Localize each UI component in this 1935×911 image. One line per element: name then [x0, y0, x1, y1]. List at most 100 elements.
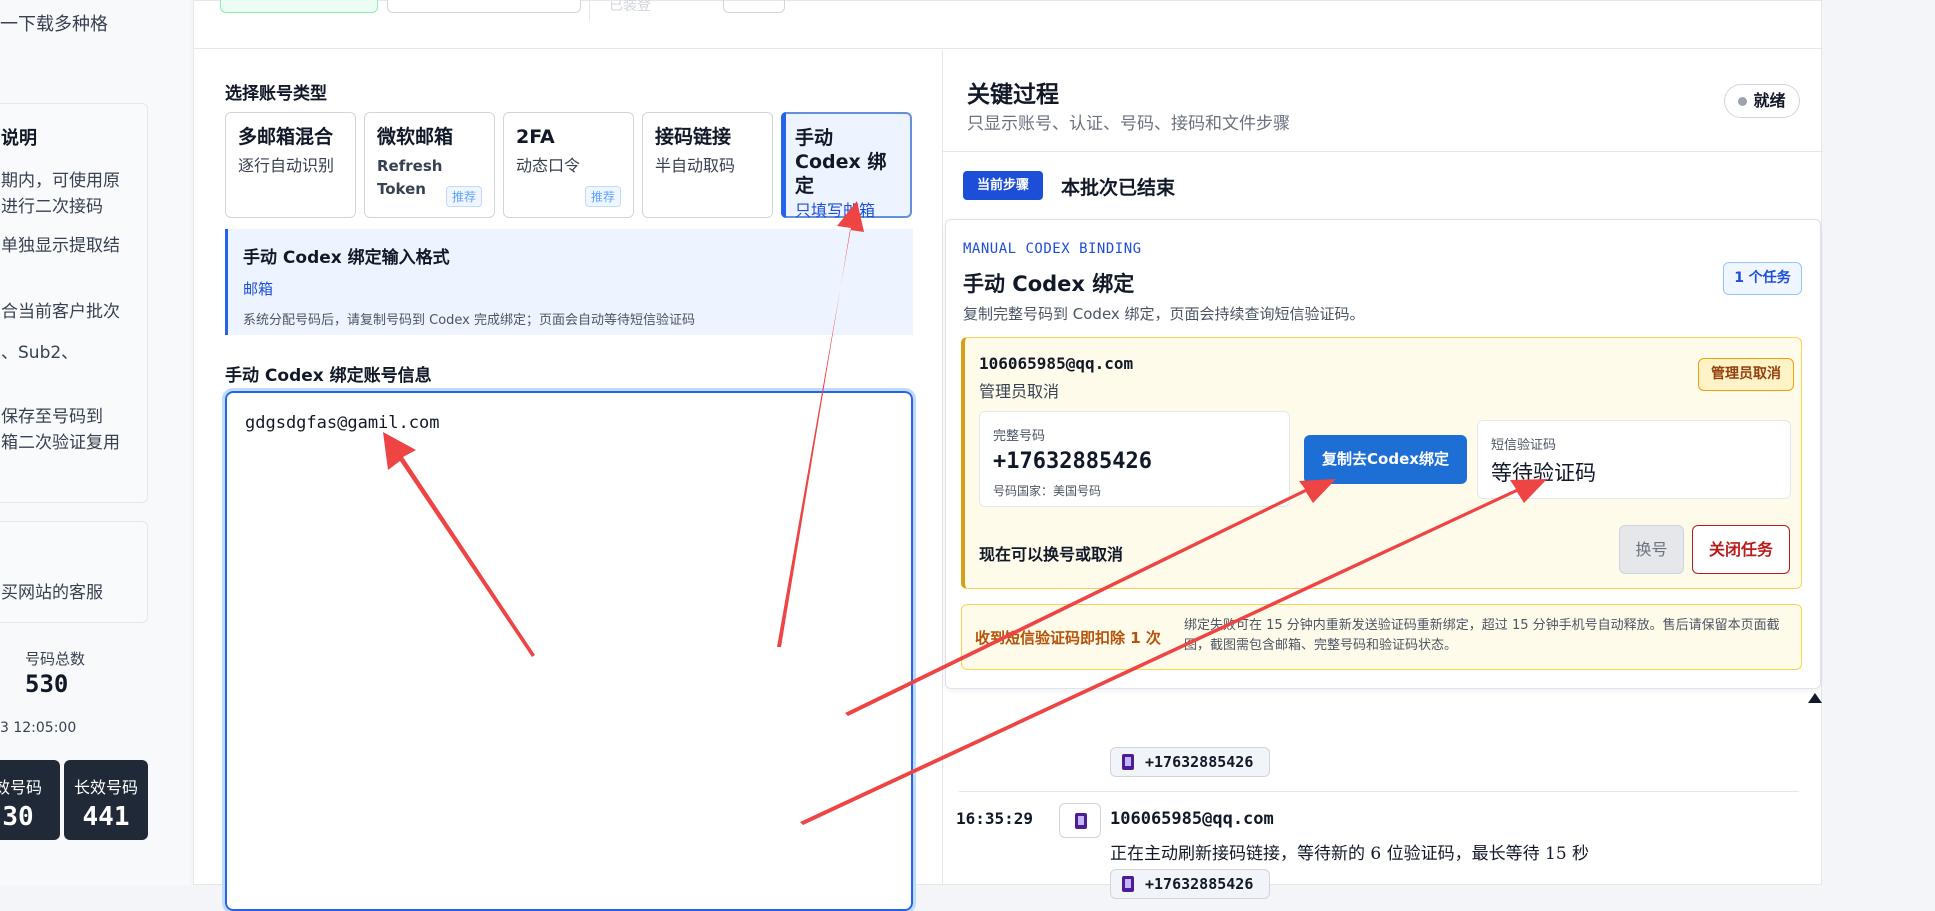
log-time: 16:35:29: [956, 809, 1034, 828]
type-desc: 只填写邮箱: [795, 201, 876, 220]
sms-code-label: 短信验证码: [1491, 438, 1557, 453]
type-name: 接码链接: [655, 126, 732, 148]
tile-label: 效号码: [0, 778, 42, 797]
full-number-label: 完整号码: [993, 429, 1046, 444]
account-type-multi-mailbox[interactable]: 多邮箱混合 逐行自动识别: [225, 112, 356, 218]
type-desc: Refresh Token: [377, 157, 443, 198]
log-number-pill: +17632885426: [1110, 747, 1270, 777]
account-info-textarea[interactable]: gdgsdgfas@gamil.com: [222, 388, 916, 911]
full-number-value: +17632885426: [993, 449, 1152, 474]
format-title: 手动 Codex 绑定输入格式: [243, 248, 450, 268]
log-email: 106065985@qq.com: [1110, 809, 1274, 829]
account-info-title: 手动 Codex 绑定账号信息: [225, 366, 432, 386]
left-column: 选择账号类型 多邮箱混合 逐行自动识别 微软邮箱 Refresh Token 推…: [194, 50, 942, 911]
current-step-tag: 当前步骤: [963, 171, 1043, 200]
task-status: 管理员取消: [979, 382, 1060, 401]
type-name: 2FA: [516, 126, 555, 148]
sidebar-card-line: 期内，可使用原: [1, 171, 120, 191]
input-format-box: 手动 Codex 绑定输入格式 邮箱 系统分配号码后，请复制号码到 Codex …: [225, 229, 913, 335]
number-count-label: 号码总数: [25, 650, 86, 668]
type-desc: 逐行自动识别: [238, 156, 335, 175]
divider: [943, 151, 1823, 152]
tile-value: 441: [82, 802, 130, 832]
type-name: 手动 Codex 绑定: [795, 127, 887, 197]
task-count-badge: 1 个任务: [1723, 262, 1802, 295]
phone-icon: [1122, 754, 1134, 770]
sidebar-info-card: 说明 期内，可使用原 进行二次接码 单独显示提取结 合当前客户批次 、Sub2、…: [0, 103, 148, 503]
process-log: +17632885426 16:35:29 106065985@qq.com 正…: [943, 695, 1823, 899]
account-type-2fa[interactable]: 2FA 动态口令 推荐: [503, 112, 634, 218]
sidebar-timestamp: 3 12:05:00: [0, 720, 77, 736]
sidebar-support-card[interactable]: 买网站的客服: [0, 521, 148, 623]
sidebar-card-line: 合当前客户批次: [1, 302, 120, 322]
log-message: 正在主动刷新接码链接，等待新的 6 位验证码，最长等待 15 秒: [1110, 844, 1590, 864]
sidebar-top-text: 一下载多种格: [0, 14, 108, 35]
toolbar-divider: [589, 0, 590, 21]
close-task-button[interactable]: 关闭任务: [1692, 525, 1790, 574]
page-gutter: [1823, 0, 1935, 885]
phone-icon: [1075, 813, 1087, 829]
toolbar-select[interactable]: [387, 0, 581, 13]
notice-text: 绑定失败可在 15 分钟内重新发送验证码重新绑定，超过 15 分钟手机号自动释放…: [1184, 618, 1780, 653]
current-step-text: 本批次已结束: [1061, 177, 1176, 199]
sidebar-card-line: 保存至号码到: [1, 407, 103, 427]
sms-code-box: 短信验证码 等待验证码: [1477, 420, 1791, 499]
log-entry-icon: [1059, 803, 1101, 838]
binding-title: 手动 Codex 绑定: [963, 272, 1135, 296]
sidebar-card-title: 说明: [1, 128, 37, 149]
format-hint: 系统分配号码后，请复制号码到 Codex 完成绑定；页面会自动等待短信验证码: [243, 313, 696, 328]
number-count-value: 530: [25, 670, 69, 698]
account-type-sms-link[interactable]: 接码链接 半自动取码: [642, 112, 773, 218]
toolbar-faded-label: 已装登: [609, 0, 651, 14]
long-term-number-tile: 长效号码 441: [64, 760, 148, 840]
top-toolbar: 已装登: [194, 0, 1821, 49]
copy-to-codex-button[interactable]: 复制去Codex绑定: [1304, 435, 1467, 484]
process-subtitle: 只显示账号、认证、号码、接码和文件步骤: [967, 114, 1290, 134]
scroll-up-icon[interactable]: [1808, 693, 1822, 703]
account-type-manual-codex[interactable]: 手动 Codex 绑定 只填写邮箱: [781, 112, 912, 220]
charge-notice: 收到短信验证码即扣除 1 次 绑定失败可在 15 分钟内重新发送验证码重新绑定，…: [961, 604, 1802, 670]
sidebar: 一下载多种格 说明 期内，可使用原 进行二次接码 单独显示提取结 合当前客户批次…: [0, 0, 190, 885]
type-name: 多邮箱混合: [238, 126, 334, 148]
recommend-badge: 推荐: [445, 186, 482, 207]
manual-codex-binding-card: MANUAL CODEX BINDING 手动 Codex 绑定 复制完整号码到…: [945, 219, 1821, 689]
sms-code-value: 等待验证码: [1491, 461, 1596, 485]
recommend-badge: 推荐: [584, 186, 621, 207]
sidebar-card-line: 单独显示提取结: [1, 236, 120, 256]
binding-subtitle: 复制完整号码到 Codex 绑定，页面会持续查询短信验证码。: [963, 305, 1365, 323]
short-term-number-tile: 效号码 30: [0, 760, 60, 840]
pill-text: +17632885426: [1145, 875, 1254, 893]
sidebar-card-line: 箱二次验证复用: [1, 433, 120, 453]
type-desc: 动态口令: [516, 156, 581, 175]
process-title: 关键过程: [967, 82, 1059, 108]
number-country: 号码国家：美国号码: [993, 484, 1102, 498]
type-desc: 半自动取码: [655, 156, 736, 175]
toolbar-green-button[interactable]: [220, 0, 378, 13]
admin-cancel-badge: 管理员取消: [1698, 358, 1794, 391]
can-swap-text: 现在可以换号或取消: [979, 545, 1124, 564]
phone-icon: [1122, 876, 1134, 892]
notice-title: 收到短信验证码即扣除 1 次: [975, 629, 1161, 647]
tile-label: 长效号码: [73, 778, 138, 797]
account-type-title: 选择账号类型: [225, 84, 327, 104]
pill-text: +17632885426: [1145, 753, 1254, 771]
right-column: 关键过程 只显示账号、认证、号码、接码和文件步骤 就绪 当前步骤 本批次已结束 …: [943, 50, 1823, 899]
swap-number-button[interactable]: 换号: [1619, 525, 1684, 574]
status-dot-icon: [1738, 97, 1748, 106]
main-panel: 已装登 选择账号类型 多邮箱混合 逐行自动识别 微软邮箱 Refresh Tok…: [193, 0, 1823, 911]
task-card: 106065985@qq.com 管理员取消 管理员取消 完整号码 +17632…: [961, 337, 1802, 589]
type-name: 微软邮箱: [377, 126, 454, 148]
sidebar-card-line: 、Sub2、: [1, 343, 79, 363]
status-badge: 就绪: [1724, 84, 1800, 118]
task-email: 106065985@qq.com: [979, 354, 1134, 373]
account-type-microsoft[interactable]: 微软邮箱 Refresh Token 推荐: [364, 112, 495, 218]
binding-tag: MANUAL CODEX BINDING: [963, 241, 1142, 257]
tile-value: 30: [2, 802, 34, 832]
toolbar-small-button[interactable]: [723, 0, 785, 13]
format-example: 邮箱: [243, 280, 274, 298]
log-number-pill: +17632885426: [1110, 869, 1270, 899]
status-text: 就绪: [1753, 91, 1786, 110]
full-number-box: 完整号码 +17632885426 号码国家：美国号码: [979, 411, 1290, 507]
sidebar-support-text: 买网站的客服: [1, 583, 103, 603]
sidebar-card-line: 进行二次接码: [1, 197, 103, 217]
